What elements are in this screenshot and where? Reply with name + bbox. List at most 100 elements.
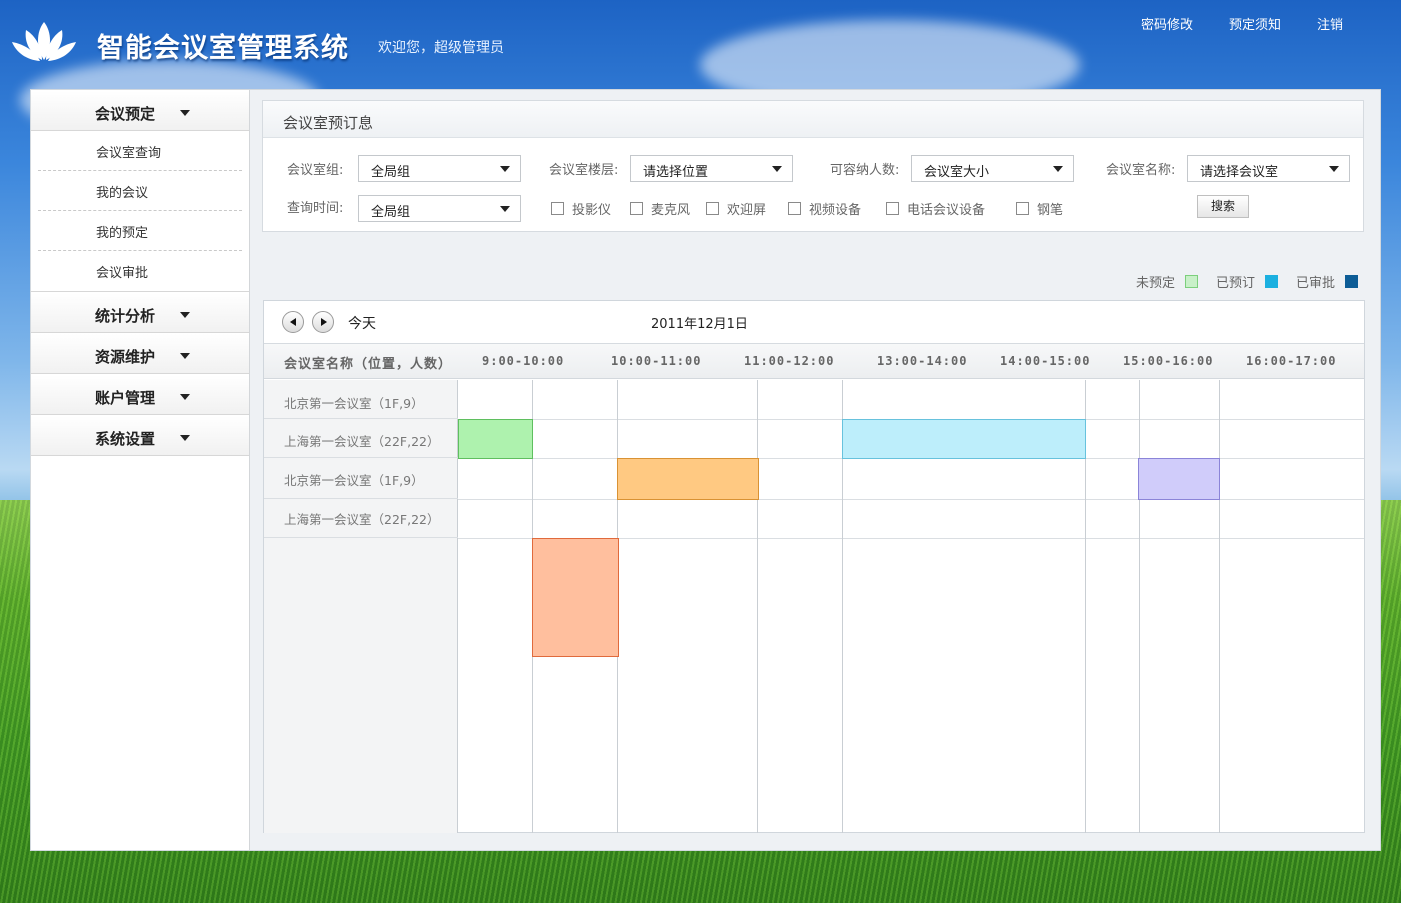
time-slot-header: 14:00-15:00 [1000,354,1091,368]
checkbox-label: 麦克风 [651,203,691,218]
search-button[interactable]: 搜索 [1197,195,1249,218]
capacity-select[interactable]: 会议室大小 [911,155,1074,182]
legend-label: 未预定 [1135,276,1175,291]
sidebar-item-room-query[interactable]: 会议室查询 [38,131,242,171]
sidebar-section-accounts[interactable]: 账户管理 [31,374,249,415]
prev-day-button[interactable] [282,311,304,333]
checkbox-video-equipment[interactable]: 视频设备 [788,199,861,218]
capacity-label: 可容纳人数: [830,163,900,178]
select-value: 请选择会议室 [1200,165,1279,180]
room-name-select[interactable]: 请选择会议室 [1187,155,1350,182]
sidebar-section-meeting-booking[interactable]: 会议预定 [31,90,249,131]
logout-link[interactable]: 注销 [1317,14,1343,33]
sidebar-section-resources[interactable]: 资源维护 [31,333,249,374]
legend-swatch-booked [1264,275,1278,288]
today-button[interactable]: 今天 [348,313,376,333]
checkbox-box [706,202,719,215]
sidebar-item-meeting-approval[interactable]: 会议审批 [38,251,242,291]
room-name: 上海第一会议室（22F,22） [284,434,440,449]
booking-block[interactable] [532,538,619,657]
checkbox-label: 视频设备 [809,203,862,218]
group-select[interactable]: 全局组 [358,155,521,182]
caret-down-icon [180,394,190,400]
sidebar-item-my-bookings[interactable]: 我的预定 [38,211,242,251]
room-row[interactable]: 北京第一会议室（1F,9） [264,458,458,499]
next-day-button[interactable] [312,311,334,333]
time-label: 查询时间: [287,201,344,216]
booking-block[interactable] [617,458,759,500]
room-row[interactable]: 北京第一会议室（1F,9） [264,380,458,419]
select-value: 全局组 [371,205,411,220]
room-name: 北京第一会议室（1F,9） [284,473,424,488]
grid-row-line [458,499,1364,500]
sidebar-item-my-meetings[interactable]: 我的会议 [38,171,242,211]
grid-col-line [1219,380,1220,833]
checkbox-microphone[interactable]: 麦克风 [630,199,690,218]
dropdown-arrow-icon [1329,166,1339,172]
checkbox-label: 欢迎屏 [727,203,767,218]
caret-down-icon [180,353,190,359]
welcome-text: 欢迎您，超级管理员 [378,40,504,56]
sidebar-section-settings[interactable]: 系统设置 [31,415,249,456]
top-links: 密码修改 预定须知 注销 [1141,14,1343,33]
dropdown-arrow-icon [772,166,782,172]
checkbox-box [1016,202,1029,215]
checkbox-label: 电话会议设备 [907,203,986,218]
caret-down-icon [180,312,190,318]
checkbox-welcome-screen[interactable]: 欢迎屏 [706,199,766,218]
room-row[interactable]: 上海第一会议室（22F,22） [264,499,458,538]
sidebar-submenu: 会议室查询 我的会议 我的预定 会议审批 [31,131,249,292]
legend-swatch-approved [1345,275,1358,288]
lotus-logo-icon [12,22,76,61]
app-header: 智能会议室管理系统 欢迎您，超级管理员 密码修改 预定须知 注销 [0,0,1401,88]
room-column: 北京第一会议室（1F,9） 上海第一会议室（22F,22） 北京第一会议室（1F… [264,380,458,833]
app-title: 智能会议室管理系统 [97,33,349,64]
main-frame: 会议预定 会议室查询 我的会议 我的预定 会议审批 统计分析 资源维护 账户管理… [30,89,1381,851]
change-password-link[interactable]: 密码修改 [1141,14,1193,33]
time-slot-header: 13:00-14:00 [877,354,968,368]
room-column-header: 会议室名称（位置，人数） [284,357,453,372]
sidebar: 会议预定 会议室查询 我的会议 我的预定 会议审批 统计分析 资源维护 账户管理… [31,90,250,850]
checkbox-label: 投影仪 [572,203,612,218]
dropdown-arrow-icon [500,166,510,172]
sidebar-item-label: 会议审批 [96,266,149,281]
booking-notice-link[interactable]: 预定须知 [1229,14,1281,33]
time-slot-header: 11:00-12:00 [744,354,835,368]
floor-select[interactable]: 请选择位置 [630,155,793,182]
search-panel: 会议室预订息 会议室组: 全局组 会议室楼层: 请选择位置 可容纳人数: 会议室… [262,100,1364,232]
time-select[interactable]: 全局组 [358,195,521,222]
legend-label: 已预订 [1215,276,1255,291]
floor-label: 会议室楼层: [549,163,619,178]
current-date: 2011年12月1日 [651,317,748,332]
time-slot-header: 9:00-10:00 [482,354,565,368]
dropdown-arrow-icon [500,206,510,212]
select-value: 全局组 [371,165,411,180]
time-slot-header: 16:00-17:00 [1246,354,1337,368]
checkbox-conference-phone[interactable]: 电话会议设备 [886,199,985,218]
grid-header: 会议室名称（位置，人数） 9:00-10:00 10:00-11:00 11:0… [264,344,1364,379]
checkbox-projector[interactable]: 投影仪 [551,199,611,218]
checkbox-pen[interactable]: 钢笔 [1016,199,1063,218]
checkbox-box [551,202,564,215]
checkbox-label: 钢笔 [1037,203,1064,218]
sidebar-section-statistics[interactable]: 统计分析 [31,292,249,333]
checkbox-box [886,202,899,215]
time-slot-header: 15:00-16:00 [1123,354,1214,368]
select-value: 会议室大小 [924,165,990,180]
legend-swatch-unbooked [1184,275,1198,288]
time-slot-header: 10:00-11:00 [611,354,702,368]
caret-down-icon [180,110,190,116]
panel-header: 会议室预订息 [263,101,1363,138]
booking-block[interactable] [842,419,1086,459]
checkbox-box [630,202,643,215]
room-row[interactable]: 上海第一会议室（22F,22） [264,419,458,458]
sidebar-section-label: 资源维护 [95,348,156,366]
sidebar-item-label: 我的会议 [96,186,149,201]
dropdown-arrow-icon [1053,166,1063,172]
arrow-right-icon [321,318,327,326]
legend-label: 已审批 [1295,276,1335,291]
booking-block[interactable] [458,419,533,459]
arrow-left-icon [290,318,296,326]
booking-block[interactable] [1138,458,1220,500]
group-label: 会议室组: [287,163,344,178]
